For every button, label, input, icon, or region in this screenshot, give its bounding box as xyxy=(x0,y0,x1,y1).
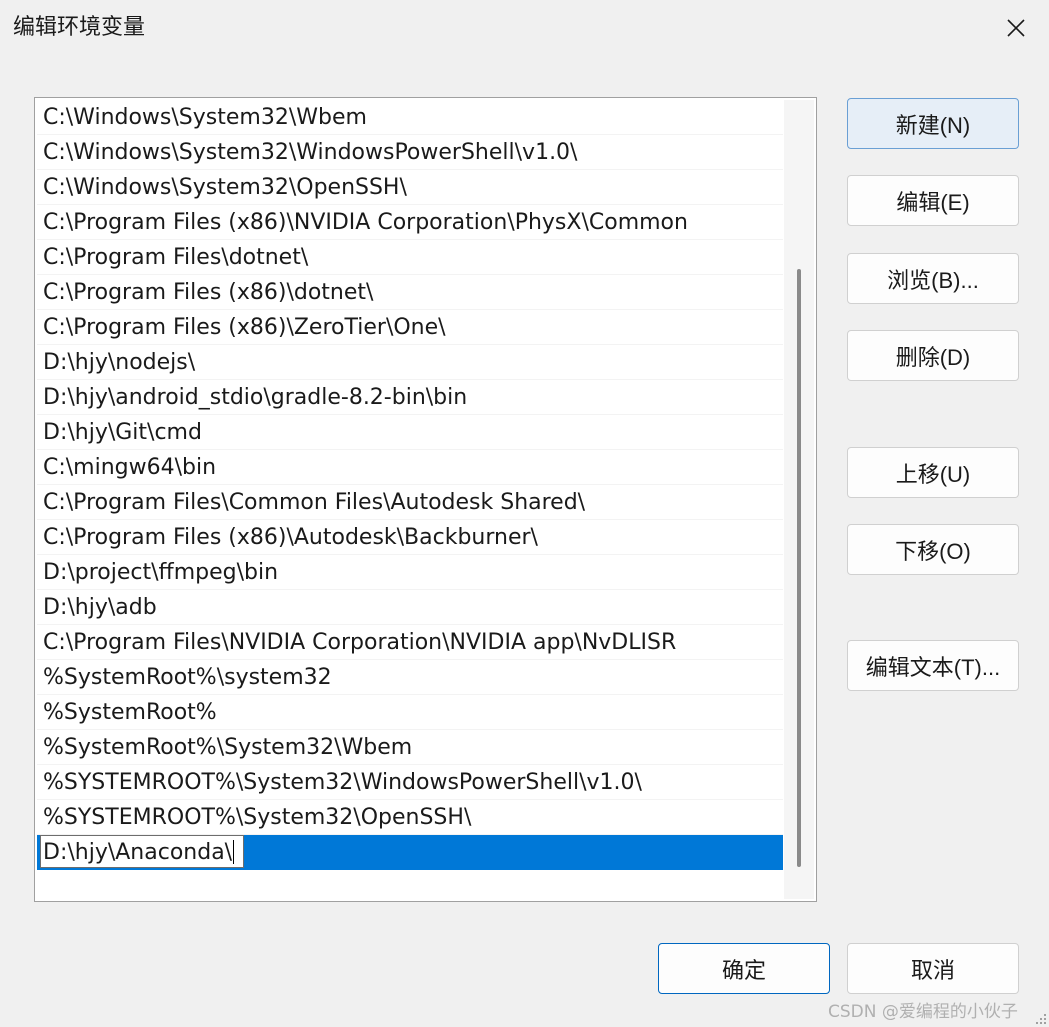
path-row[interactable]: C:\Program Files (x86)\dotnet\ xyxy=(37,275,783,310)
cancel-button[interactable]: 取消 xyxy=(847,943,1019,994)
path-row[interactable]: C:\Program Files (x86)\NVIDIA Corporatio… xyxy=(37,205,783,240)
path-row[interactable]: D:\hjy\nodejs\ xyxy=(37,345,783,380)
close-button[interactable] xyxy=(990,6,1042,50)
path-row[interactable]: %SystemRoot%\system32 xyxy=(37,660,783,695)
path-rows: C:\Windows\System32\Wbem C:\Windows\Syste… xyxy=(37,100,783,870)
scrollbar-thumb[interactable] xyxy=(797,269,801,867)
ok-button[interactable]: 确定 xyxy=(658,943,830,994)
path-row[interactable]: C:\Windows\System32\WindowsPowerShell\v1… xyxy=(37,135,783,170)
window-title: 编辑环境变量 xyxy=(13,15,146,40)
edit-button[interactable]: 编辑(E) xyxy=(847,175,1019,226)
path-row[interactable]: %SystemRoot%\System32\Wbem xyxy=(37,730,783,765)
move-down-button[interactable]: 下移(O) xyxy=(847,524,1019,575)
path-row[interactable]: %SYSTEMROOT%\System32\OpenSSH\ xyxy=(37,800,783,835)
path-edit-value: D:\hjy\Anaconda\ xyxy=(43,840,233,865)
path-row[interactable]: C:\Program Files\dotnet\ xyxy=(37,240,783,275)
path-row[interactable]: C:\Program Files (x86)\ZeroTier\One\ xyxy=(37,310,783,345)
text-caret xyxy=(233,840,235,864)
browse-button[interactable]: 浏览(B)... xyxy=(847,253,1019,304)
edit-text-button[interactable]: 编辑文本(T)... xyxy=(847,640,1019,691)
path-list[interactable]: C:\Windows\System32\Wbem C:\Windows\Syste… xyxy=(34,97,817,902)
path-row[interactable]: C:\Windows\System32\Wbem xyxy=(37,100,783,135)
path-row[interactable]: D:\hjy\adb xyxy=(37,590,783,625)
path-row[interactable]: C:\Program Files\Common Files\Autodesk S… xyxy=(37,485,783,520)
path-row[interactable]: %SystemRoot% xyxy=(37,695,783,730)
delete-button[interactable]: 删除(D) xyxy=(847,330,1019,381)
path-row[interactable]: C:\mingw64\bin xyxy=(37,450,783,485)
vertical-scrollbar[interactable] xyxy=(784,100,814,899)
path-row[interactable]: C:\Program Files (x86)\Autodesk\Backburn… xyxy=(37,520,783,555)
path-row[interactable]: C:\Windows\System32\OpenSSH\ xyxy=(37,170,783,205)
close-icon xyxy=(1007,19,1025,37)
path-row[interactable]: D:\project\ffmpeg\bin xyxy=(37,555,783,590)
title-bar: 编辑环境变量 xyxy=(0,0,1049,58)
path-row-editing[interactable]: D:\hjy\Anaconda\ xyxy=(37,835,783,870)
new-button[interactable]: 新建(N) xyxy=(847,98,1019,149)
path-row[interactable]: D:\hjy\Git\cmd xyxy=(37,415,783,450)
move-up-button[interactable]: 上移(U) xyxy=(847,447,1019,498)
resize-grip-icon[interactable] xyxy=(1033,1011,1047,1025)
path-row[interactable]: D:\hjy\android_stdio\gradle-8.2-bin\bin xyxy=(37,380,783,415)
path-edit-input[interactable]: D:\hjy\Anaconda\ xyxy=(40,835,245,868)
watermark: CSDN @爱编程的小伙子 xyxy=(828,1002,1018,1022)
path-row[interactable]: C:\Program Files\NVIDIA Corporation\NVID… xyxy=(37,625,783,660)
path-row[interactable]: %SYSTEMROOT%\System32\WindowsPowerShell\… xyxy=(37,765,783,800)
